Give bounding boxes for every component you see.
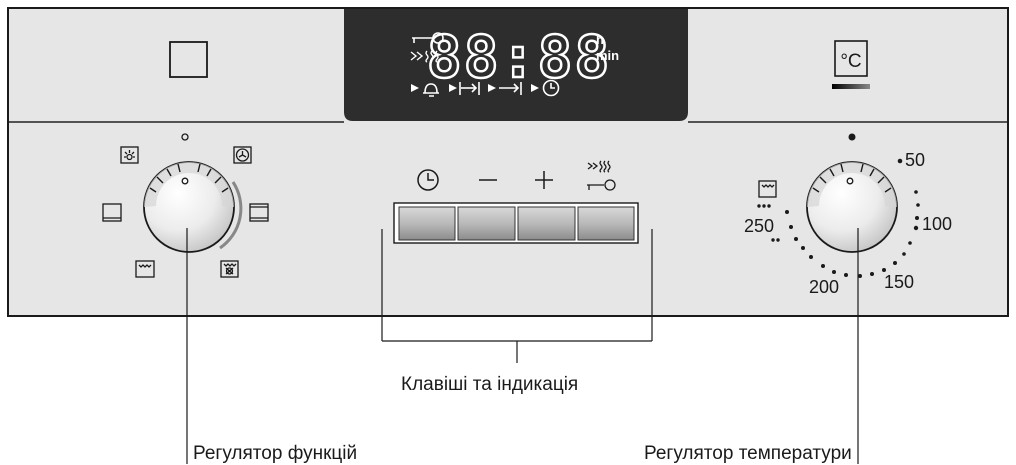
clock-button[interactable]: [398, 206, 456, 241]
plus-button[interactable]: [517, 206, 576, 241]
oven-control-panel-diagram: °C 88:88 h min 50 100 150 200 250: [7, 7, 1009, 464]
display-digits: 88:88: [427, 23, 612, 91]
hours-unit: h: [596, 32, 604, 47]
rapid-heat-button[interactable]: [577, 206, 635, 241]
temp-mark-250: 250: [744, 216, 774, 236]
function-selector-label: Регулятор функцій: [193, 443, 358, 464]
temp-mark-50: 50: [905, 150, 925, 170]
temperature-selector[interactable]: [806, 161, 898, 253]
button-row: [393, 202, 639, 244]
minutes-unit: min: [596, 48, 619, 63]
temperature-selector-label: Регулятор температури: [644, 443, 852, 464]
keys-and-display-label: Клавіші та індикація: [401, 374, 579, 395]
celsius-symbol: °C: [840, 51, 861, 72]
temp-mark-100: 100: [922, 214, 952, 234]
indicator-bar: [832, 84, 870, 89]
temp-mark-150: 150: [884, 272, 914, 292]
temp-mark-200: 200: [809, 277, 839, 297]
minus-button[interactable]: [457, 206, 516, 241]
digital-display: 88:88 h min: [344, 9, 688, 121]
